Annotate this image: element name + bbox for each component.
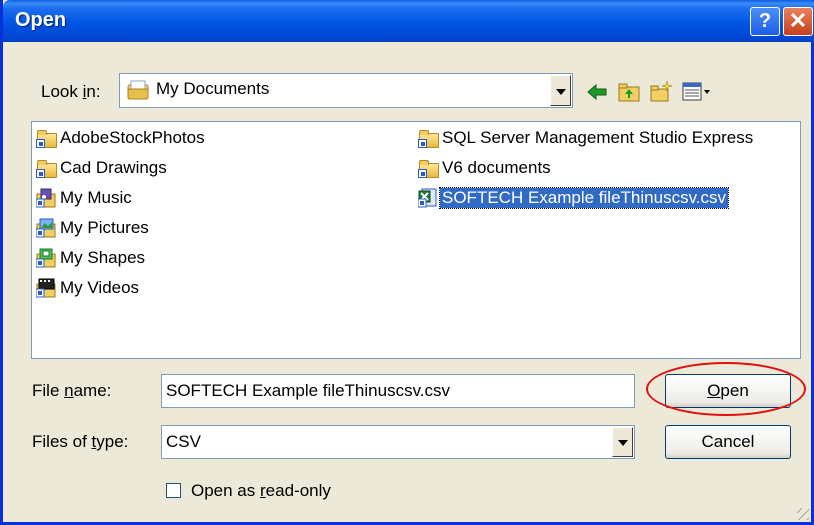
- close-button[interactable]: ✕: [783, 7, 813, 36]
- file-type-dropdown-arrow[interactable]: [612, 427, 633, 457]
- list-item[interactable]: AdobeStockPhotos: [36, 127, 207, 149]
- file-name-input[interactable]: SOFTECH Example fileThinuscsv.csv: [161, 374, 635, 408]
- file-list[interactable]: AdobeStockPhotos Cad Drawings My Music M…: [31, 121, 801, 359]
- videos-folder-icon: [35, 278, 56, 298]
- look-in-dropdown-arrow[interactable]: [550, 75, 571, 106]
- new-folder-icon[interactable]: [649, 80, 673, 104]
- file-name-label: File name:: [32, 381, 112, 400]
- list-item[interactable]: My Music: [35, 187, 134, 209]
- cancel-button[interactable]: Cancel: [665, 425, 791, 459]
- my-documents-icon: [126, 79, 150, 101]
- shared-folder-icon: [36, 128, 57, 148]
- shared-folder-icon: [36, 158, 57, 178]
- list-item[interactable]: My Videos: [35, 277, 141, 299]
- read-only-label[interactable]: Open as read-only: [191, 481, 331, 501]
- read-only-checkbox[interactable]: [166, 483, 181, 498]
- resize-grip[interactable]: [797, 508, 809, 520]
- list-item[interactable]: SQL Server Management Studio Express: [418, 127, 755, 149]
- list-item[interactable]: V6 documents: [418, 157, 553, 179]
- views-menu-icon[interactable]: [681, 80, 713, 104]
- look-in-value: My Documents: [156, 79, 270, 98]
- window-title: Open: [15, 9, 67, 31]
- list-item[interactable]: My Pictures: [35, 217, 151, 239]
- annotation-circle: [646, 362, 806, 416]
- shapes-folder-icon: [35, 248, 56, 268]
- look-in-dropdown[interactable]: My Documents: [119, 73, 573, 108]
- csv-file-icon: [417, 188, 438, 208]
- look-in-label: Look in:: [41, 82, 101, 101]
- list-item-selected[interactable]: SOFTECH Example fileThinuscsv.csv: [417, 187, 730, 209]
- list-item[interactable]: My Shapes: [35, 247, 147, 269]
- music-folder-icon: [35, 188, 56, 208]
- file-type-dropdown[interactable]: CSV: [161, 425, 635, 459]
- shared-folder-icon: [418, 158, 439, 178]
- help-button[interactable]: ?: [750, 7, 780, 36]
- open-dialog: Open ? ✕ Look in: My Documents AdobeStoc…: [0, 0, 814, 525]
- up-folder-icon[interactable]: [617, 80, 641, 104]
- title-bar[interactable]: Open ? ✕: [3, 0, 814, 42]
- list-item[interactable]: Cad Drawings: [36, 157, 169, 179]
- file-type-label: Files of type:: [32, 432, 129, 451]
- pictures-folder-icon: [35, 218, 56, 238]
- back-arrow-icon[interactable]: [585, 80, 609, 104]
- shared-folder-icon: [418, 128, 439, 148]
